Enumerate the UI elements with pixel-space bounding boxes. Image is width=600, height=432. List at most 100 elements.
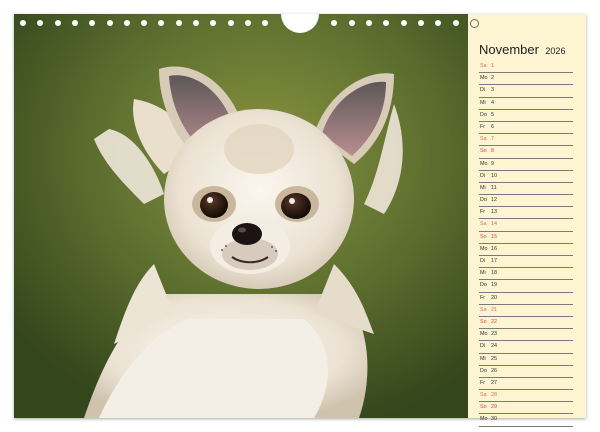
day-row: Fr 6 bbox=[479, 122, 573, 135]
day-weekday: Do bbox=[480, 197, 487, 204]
day-number: 17 bbox=[491, 258, 497, 264]
day-weekday: Mo bbox=[480, 245, 488, 252]
day-weekday: Fr bbox=[480, 209, 486, 216]
month-planner: November 2026 Sa 1 Mo 2 Di 3 Mi 4 Do 5 Fr 6 Sa 7 So 8 Mo… bbox=[468, 14, 586, 427]
month-title: November 2026 bbox=[479, 41, 565, 59]
binding-hole bbox=[123, 20, 130, 26]
day-row: Fr 27 bbox=[479, 378, 573, 391]
day-row: Mo 9 bbox=[479, 159, 573, 171]
day-number: 7 bbox=[491, 136, 494, 143]
day-row: Do 26 bbox=[479, 366, 573, 378]
day-weekday: Sa bbox=[480, 306, 487, 313]
binding-hole bbox=[262, 20, 269, 26]
binding-hole bbox=[366, 20, 372, 26]
day-number: 18 bbox=[491, 270, 497, 277]
day-weekday: Mi bbox=[480, 99, 486, 106]
day-number: 19 bbox=[491, 282, 497, 289]
binding-hole bbox=[158, 20, 165, 26]
day-number: 14 bbox=[491, 221, 497, 228]
day-weekday: Di bbox=[480, 258, 486, 264]
binding-hole bbox=[210, 20, 217, 26]
day-row: Do 19 bbox=[479, 280, 573, 293]
day-weekday: Fr bbox=[480, 294, 486, 301]
day-row: Mi 25 bbox=[479, 354, 573, 366]
chihuahua-illustration bbox=[14, 14, 468, 418]
binding-hole bbox=[193, 20, 199, 26]
day-row: Di 3 bbox=[479, 85, 573, 98]
day-weekday: Fr bbox=[480, 123, 486, 130]
day-weekday: So bbox=[480, 404, 487, 411]
day-number: 30 bbox=[491, 416, 497, 423]
month-name: November bbox=[479, 42, 539, 57]
day-row: Mi 18 bbox=[479, 268, 573, 281]
day-row: Sa 14 bbox=[479, 219, 573, 232]
day-number: 2 bbox=[491, 75, 494, 82]
day-number: 23 bbox=[491, 331, 497, 338]
day-row: So 15 bbox=[479, 232, 573, 244]
day-number: 10 bbox=[491, 172, 497, 179]
month-year: 2026 bbox=[545, 46, 566, 56]
day-weekday: Fr bbox=[480, 379, 486, 386]
day-number: 6 bbox=[491, 123, 494, 130]
binding-hole bbox=[417, 20, 424, 26]
day-row: Di 17 bbox=[479, 256, 573, 269]
day-weekday: Sa bbox=[480, 136, 487, 143]
day-weekday: Mi bbox=[480, 355, 486, 362]
day-number: 27 bbox=[491, 379, 497, 386]
calendar-page: November 2026 Sa 1 Mo 2 Di 3 Mi 4 Do 5 Fr 6 Sa 7 So 8 Mo… bbox=[14, 14, 586, 427]
day-row: Mo 30 bbox=[479, 414, 573, 427]
binding-hole bbox=[331, 20, 338, 26]
binding-hole bbox=[141, 20, 148, 26]
day-row: Mo 23 bbox=[479, 329, 573, 342]
binding-hole bbox=[383, 20, 390, 26]
binding-hole bbox=[435, 20, 442, 26]
day-weekday: Di bbox=[480, 172, 486, 179]
dog-photo bbox=[14, 14, 468, 418]
day-row: Fr 13 bbox=[479, 207, 573, 220]
day-weekday: So bbox=[480, 148, 487, 155]
day-number: 28 bbox=[491, 392, 497, 399]
day-weekday: Di bbox=[480, 87, 486, 94]
day-weekday: Mo bbox=[480, 160, 488, 167]
day-list: Sa 1 Mo 2 Di 3 Mi 4 Do 5 Fr 6 Sa 7 So 8 Mo 9 Di 10 Mi 11 Do 12 F… bbox=[479, 61, 573, 427]
day-number: 24 bbox=[491, 343, 497, 350]
day-row: Sa 1 bbox=[479, 61, 573, 74]
day-number: 16 bbox=[491, 245, 497, 252]
binding-hole bbox=[37, 20, 44, 26]
day-row: Sa 28 bbox=[479, 390, 573, 403]
day-number: 13 bbox=[491, 209, 497, 216]
day-number: 1 bbox=[491, 63, 494, 69]
day-weekday: Do bbox=[480, 111, 487, 118]
day-number: 25 bbox=[491, 355, 497, 362]
binding-hole bbox=[469, 19, 479, 28]
day-weekday: Do bbox=[480, 367, 487, 374]
day-weekday: Mo bbox=[480, 416, 488, 423]
binding-hole bbox=[89, 20, 96, 26]
binding-hole bbox=[71, 20, 78, 26]
day-row: Sa 7 bbox=[479, 134, 573, 147]
day-number: 5 bbox=[491, 111, 494, 118]
day-number: 22 bbox=[491, 318, 497, 325]
day-row: Di 24 bbox=[479, 341, 573, 354]
day-number: 21 bbox=[491, 306, 497, 313]
day-number: 20 bbox=[491, 294, 497, 301]
binding-hole bbox=[20, 20, 26, 26]
binding-hole bbox=[227, 20, 234, 26]
binding-hole bbox=[244, 20, 251, 26]
day-row: Fr 20 bbox=[479, 293, 573, 305]
day-row: Mo 16 bbox=[479, 244, 573, 256]
day-weekday: Sa bbox=[480, 221, 487, 228]
day-weekday: Di bbox=[480, 343, 486, 350]
day-number: 11 bbox=[491, 184, 497, 191]
day-number: 3 bbox=[491, 87, 494, 94]
binding-hole bbox=[106, 20, 113, 26]
day-weekday: Sa bbox=[480, 392, 487, 399]
day-weekday: Mo bbox=[480, 331, 488, 338]
day-weekday: Mi bbox=[480, 270, 486, 277]
day-weekday: Sa bbox=[480, 63, 487, 69]
day-row: Mi 11 bbox=[479, 183, 573, 196]
day-row: So 22 bbox=[479, 317, 573, 330]
binding-hole bbox=[348, 20, 355, 26]
binding-hole bbox=[54, 20, 61, 26]
day-row: Di 10 bbox=[479, 171, 573, 183]
